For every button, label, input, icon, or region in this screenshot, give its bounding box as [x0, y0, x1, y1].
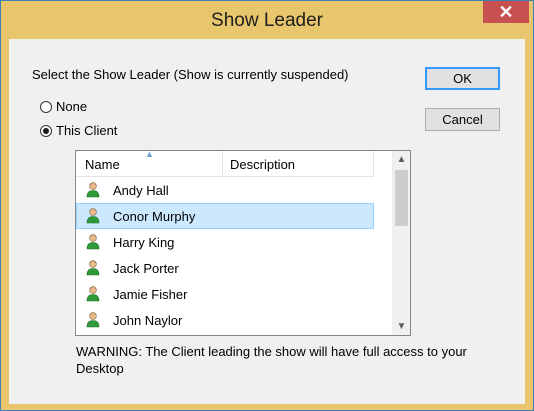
close-icon: ✕ — [498, 1, 514, 22]
column-header-description[interactable]: Description — [223, 151, 374, 176]
instruction-text: Select the Show Leader (Show is currentl… — [32, 67, 349, 82]
list-item[interactable]: Jack Porter — [76, 255, 374, 281]
list-item[interactable]: Conor Murphy — [76, 203, 374, 229]
list-item-name: Conor Murphy — [113, 209, 196, 224]
scroll-down-arrow-icon[interactable]: ▼ — [393, 318, 410, 335]
scroll-up-arrow-icon[interactable]: ▲ — [393, 151, 410, 168]
column-header-name[interactable]: ▲ Name — [76, 151, 223, 176]
list-item-name: Harry King — [113, 235, 175, 250]
title-bar[interactable]: Show Leader ✕ — [1, 1, 533, 39]
cancel-button[interactable]: Cancel — [425, 108, 500, 131]
list-item-name: Jamie Fisher — [113, 287, 188, 302]
list-item[interactable]: John Naylor — [76, 307, 374, 333]
user-icon — [86, 286, 100, 302]
radio-none-label: None — [56, 99, 88, 114]
window-title: Show Leader — [211, 10, 323, 31]
user-icon — [86, 234, 100, 250]
vertical-scrollbar[interactable]: ▲ ▼ — [392, 151, 410, 335]
list-item[interactable]: Andy Hall — [76, 177, 374, 203]
list-item[interactable]: Jamie Fisher — [76, 281, 374, 307]
list-item-name: Andy Hall — [113, 183, 169, 198]
list-item-name: Jack Porter — [113, 261, 179, 276]
dialog-window: Show Leader ✕ Select the Show Leader (Sh… — [0, 0, 534, 411]
user-icon — [86, 182, 100, 198]
close-button[interactable]: ✕ — [483, 1, 529, 23]
radio-this-client[interactable]: This Client — [40, 123, 117, 138]
sort-ascending-icon: ▲ — [145, 150, 154, 159]
list-item-name: John Naylor — [113, 313, 183, 328]
user-icon — [86, 260, 100, 276]
user-icon — [86, 208, 100, 224]
radio-this-client-circle[interactable] — [40, 124, 52, 137]
radio-this-client-label: This Client — [56, 123, 118, 138]
dialog-body: Select the Show Leader (Show is currentl… — [9, 39, 525, 404]
user-icon — [86, 312, 100, 328]
scrollbar-thumb[interactable] — [395, 170, 408, 226]
radio-none-circle[interactable] — [40, 100, 52, 113]
radio-none[interactable]: None — [40, 99, 87, 114]
list-item[interactable]: Harry King — [76, 229, 374, 255]
radio-selected-dot — [43, 127, 49, 134]
ok-button[interactable]: OK — [425, 67, 500, 90]
list-rows: Andy Hall Conor Murphy Harry King Jack Port… — [76, 177, 374, 333]
client-list[interactable]: ▲ Name Description Andy Hall Conor Murphy… — [75, 150, 411, 336]
list-header: ▲ Name Description — [76, 151, 374, 177]
warning-text: WARNING: The Client leading the show wil… — [76, 344, 467, 376]
